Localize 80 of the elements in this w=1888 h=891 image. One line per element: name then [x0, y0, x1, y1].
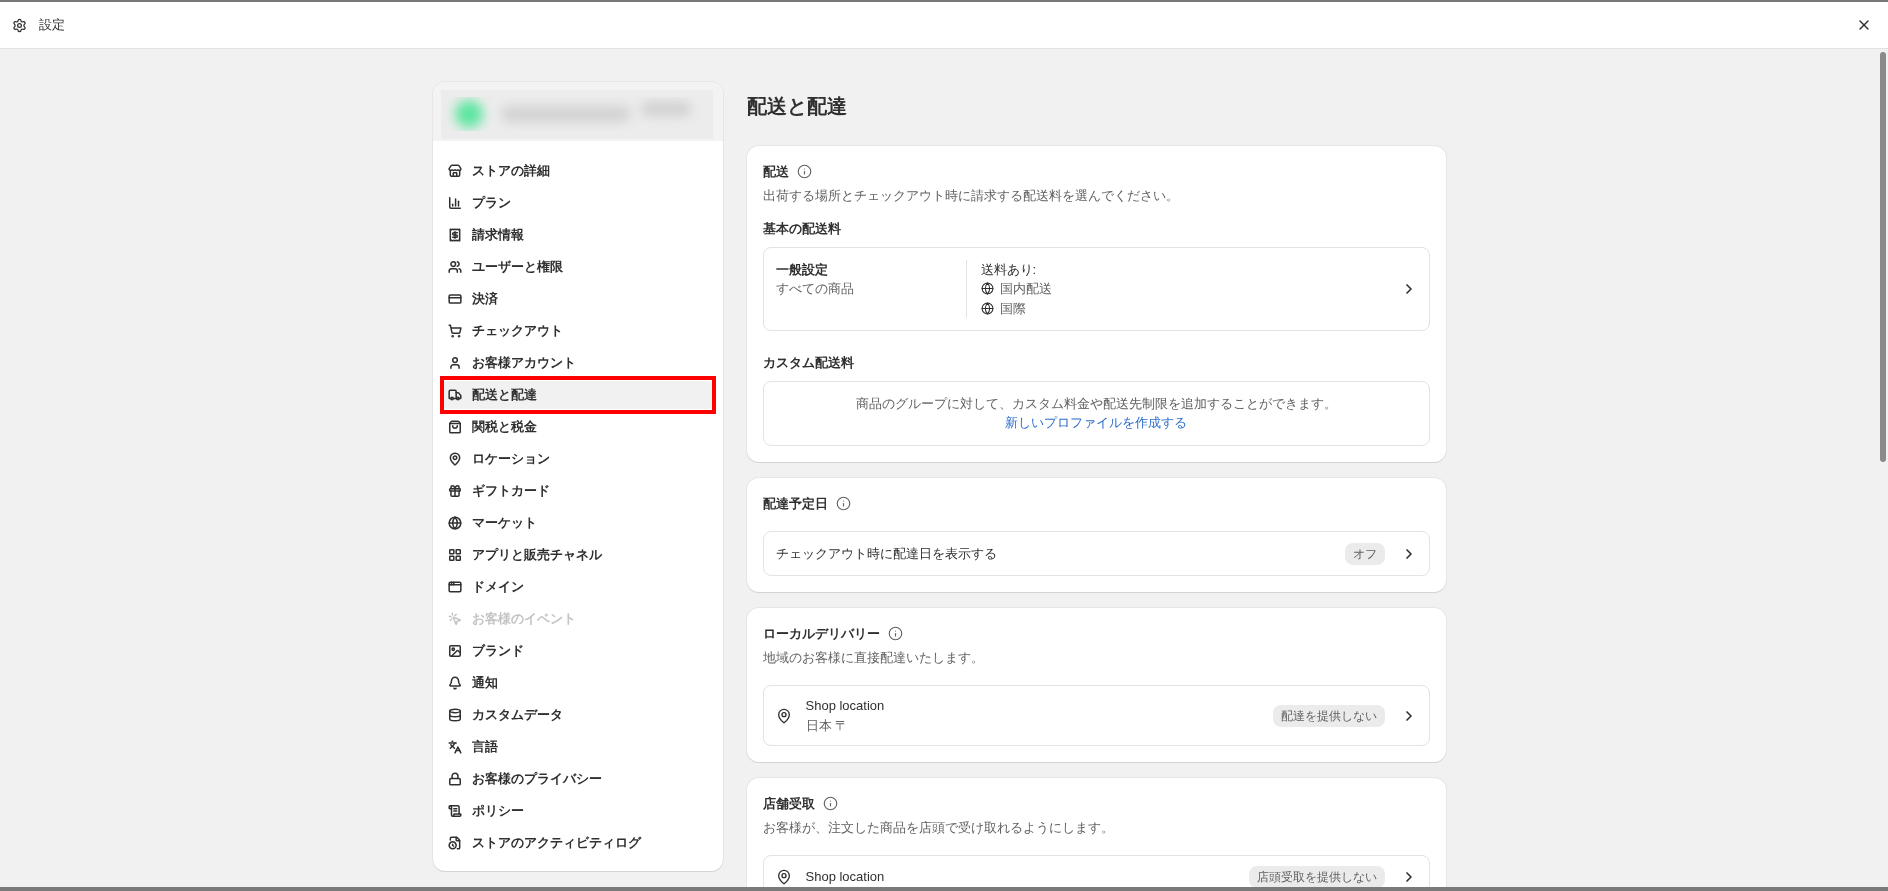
sidebar-item[interactable]: ストアの詳細 [439, 157, 716, 185]
section-description: 出荷する場所とチェックアウト時に請求する配送料を選んでください。 [762, 186, 1180, 205]
info-icon[interactable] [822, 796, 838, 812]
gift-icon [447, 484, 462, 498]
receipt-icon [447, 228, 462, 242]
sidebar-item[interactable]: カスタムデータ [439, 701, 716, 729]
database-icon [447, 708, 462, 722]
globe-icon [980, 301, 994, 315]
subsection-heading: カスタム配送料 [762, 354, 855, 372]
sidebar-item[interactable]: アプリと販売チャネル [439, 541, 716, 569]
shipping-zone: 国内配送 [999, 280, 1052, 298]
rates-label: 送料あり: [980, 260, 1038, 279]
bag-icon [447, 420, 462, 434]
sidebar-item[interactable]: ドメイン [439, 573, 716, 601]
cursor-icon [447, 612, 462, 626]
section-title: 配達予定日 [762, 494, 828, 513]
status-badge: オフ [1344, 542, 1385, 565]
language-icon [447, 740, 462, 754]
window-icon [447, 580, 462, 594]
sidebar-item[interactable]: お客様のプライバシー [439, 765, 716, 793]
globe-icon [980, 282, 994, 296]
status-badge: 店頭受取を提供しない [1248, 866, 1385, 887]
pin-icon [775, 869, 792, 885]
section-title: ローカルデリバリー [762, 625, 880, 643]
pin-icon [447, 452, 462, 466]
sidebar-item[interactable]: 請求情報 [439, 221, 716, 249]
sidebar-item[interactable]: 言語 [439, 733, 716, 761]
grid-icon [447, 548, 462, 562]
card-icon [447, 292, 462, 306]
section-title: 店舗受取 [762, 795, 815, 813]
sidebar-item[interactable]: ロケーション [439, 445, 716, 473]
sidebar-item[interactable]: 決済 [439, 285, 716, 313]
file-clock-icon [447, 836, 462, 850]
profile-subtitle: すべての商品 [775, 280, 855, 298]
store-icon [447, 164, 462, 178]
sidebar-item[interactable]: マーケット [439, 509, 716, 537]
sidebar-item[interactable]: 通知 [439, 669, 716, 697]
location-row[interactable]: Shop location 日本 〒 配達を提供しない [762, 685, 1430, 746]
profile-name: 一般設定 [775, 260, 829, 279]
truck-icon [447, 388, 462, 402]
bar-chart-icon [447, 196, 462, 210]
settings-icon [12, 17, 27, 33]
section-title: 配送 [762, 163, 789, 181]
location-address: 日本 〒 [805, 716, 850, 735]
cart-icon [447, 324, 462, 338]
create-profile-link[interactable]: 新しいプロファイルを作成する [1005, 413, 1187, 433]
setting-row[interactable]: チェックアウト時に配達日を表示する オフ [762, 531, 1430, 576]
setting-label: チェックアウト時に配達日を表示する [775, 544, 998, 563]
section-description: お客様が、注文した商品を店頭で受け取れるようにします。 [762, 818, 1115, 837]
sidebar-item[interactable]: プラン [439, 189, 716, 217]
sidebar-item[interactable]: ストアのアクティビティログ [439, 829, 716, 857]
location-name: Shop location [805, 697, 886, 715]
sidebar-item[interactable]: ギフトカード [439, 477, 716, 505]
window-title: 設定 [39, 16, 65, 35]
sidebar-item[interactable]: ポリシー [439, 797, 716, 825]
scroll-icon [447, 804, 462, 818]
globe-icon [447, 516, 462, 530]
person-icon [447, 356, 462, 370]
shipping-zone: 国際 [999, 299, 1026, 318]
subsection-heading: 基本の配送料 [762, 220, 842, 238]
scrollbar[interactable] [1880, 52, 1886, 462]
sidebar-item[interactable]: ユーザーと権限 [439, 253, 716, 281]
pin-icon [775, 707, 792, 724]
info-icon[interactable] [835, 495, 851, 511]
lock-icon [447, 772, 462, 786]
sidebar-item[interactable]: ブランド [439, 637, 716, 665]
shipping-profile-row[interactable]: 一般設定 すべての商品 送料あり: 国内配送 国際 [762, 246, 1430, 331]
status-badge: 配達を提供しない [1272, 704, 1385, 727]
users-icon [447, 260, 462, 274]
custom-rates-text: 商品のグループに対して、カスタム料金や配送先制限を追加することができます。 [855, 394, 1337, 413]
info-icon[interactable] [796, 164, 812, 180]
page-title: 配送と配達 [746, 94, 848, 119]
sidebar-item[interactable]: 関税と税金 [439, 413, 716, 441]
info-icon[interactable] [887, 626, 903, 642]
bell-icon [447, 676, 462, 690]
location-name: Shop location [805, 868, 886, 887]
sidebar-item[interactable]: お客様アカウント [439, 349, 716, 377]
image-icon [447, 644, 462, 658]
section-description: 地域のお客様に直接配達いたします。 [762, 648, 985, 667]
sidebar-item[interactable]: チェックアウト [439, 317, 716, 345]
